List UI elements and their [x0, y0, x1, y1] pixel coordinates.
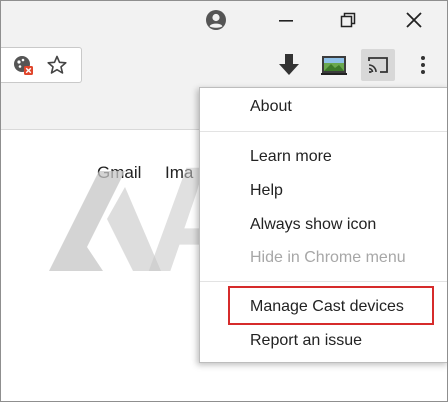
screen-extension-icon[interactable]	[319, 53, 349, 77]
cast-context-menu: About Learn more Help Always show icon H…	[199, 87, 447, 363]
browser-toolbar	[1, 39, 447, 94]
download-icon[interactable]	[275, 51, 303, 79]
account-icon[interactable]	[193, 1, 239, 39]
menu-item-learn-more[interactable]: Learn more	[250, 148, 332, 166]
menu-item-hide-in-chrome-menu: Hide in Chrome menu	[250, 249, 406, 266]
omnibox-end[interactable]	[1, 47, 82, 83]
gmail-link[interactable]: Gmail	[97, 163, 141, 183]
images-link[interactable]: Ima	[165, 163, 193, 183]
menu-item-help[interactable]: Help	[250, 182, 283, 200]
bookmark-star-icon[interactable]	[45, 54, 69, 76]
cast-icon[interactable]	[361, 49, 395, 81]
browser-window: Gmail Ima Alphr About Learn more Help Al…	[0, 0, 448, 402]
minimize-icon[interactable]	[263, 1, 309, 39]
highlight-box	[228, 286, 434, 325]
restore-icon[interactable]	[325, 1, 371, 39]
menu-divider	[200, 131, 447, 132]
menu-item-always-show-icon[interactable]: Always show icon	[250, 216, 376, 234]
site-settings-icon[interactable]	[11, 54, 35, 76]
title-bar	[1, 1, 447, 39]
menu-divider	[200, 281, 447, 282]
menu-item-about[interactable]: About	[250, 98, 292, 116]
menu-dots-icon[interactable]	[413, 51, 433, 79]
menu-item-report-an-issue[interactable]: Report an issue	[250, 332, 362, 350]
close-icon[interactable]	[391, 1, 437, 39]
